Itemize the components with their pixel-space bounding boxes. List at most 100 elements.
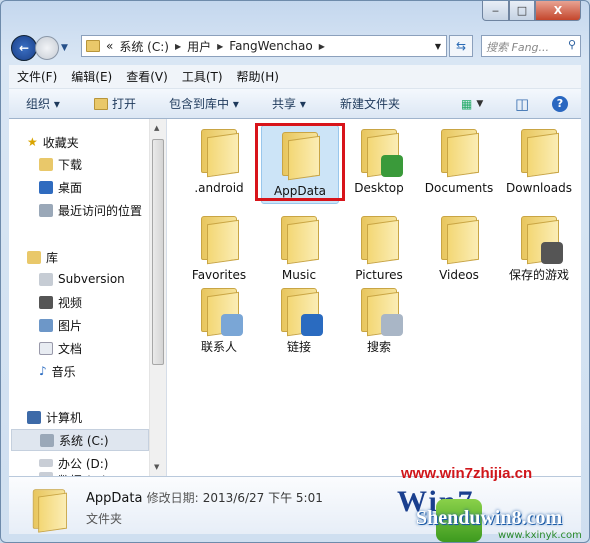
back-button[interactable]: ← (11, 35, 37, 61)
folder-icon (86, 40, 100, 52)
watermark-site-1: www.win7zhijia.cn (401, 465, 533, 482)
folder-badge-icon (381, 155, 403, 177)
watermark-site-2: Shenduwin8.com (416, 507, 563, 529)
folder-icon (359, 127, 403, 178)
folder-item[interactable]: 链接 (259, 286, 339, 355)
folder-badge-icon (541, 242, 563, 264)
star-icon: ★ (27, 135, 38, 149)
label: 计算机 (46, 410, 83, 425)
drive-icon (39, 459, 53, 467)
folder-label: Favorites (191, 268, 247, 282)
folder-label: Documents (424, 181, 494, 195)
breadcrumb-users[interactable]: 用户 (187, 38, 211, 55)
address-bar[interactable]: « 系统 (C:) ▶ 用户 ▶ FangWenchao ▶ ▼ (81, 35, 447, 57)
details-modified-label: 修改日期: (146, 491, 199, 505)
label: 视频 (58, 295, 83, 310)
navigation-pane: ★ 收藏夹 下载 桌面 最近访问的位置 库 Subversion 视频 图片 文档… (9, 119, 149, 482)
folder-item[interactable]: Desktop (339, 127, 419, 196)
folder-icon (199, 214, 239, 265)
folder-icon (279, 286, 323, 337)
view-options-icon[interactable]: ▦ ▼ (461, 97, 483, 111)
video-icon (39, 295, 53, 309)
folder-label: Downloads (506, 181, 572, 195)
label: 音乐 (51, 364, 76, 379)
chevron-right-icon[interactable]: ▶ (175, 42, 181, 51)
label: 桌面 (58, 180, 83, 195)
pane-divider[interactable] (166, 119, 167, 476)
close-button[interactable]: X (535, 1, 581, 21)
folder-item[interactable]: Music (259, 214, 339, 283)
desktop-icon (39, 180, 53, 194)
folder-label: 搜索 (366, 340, 391, 354)
open-icon (94, 97, 108, 110)
sidebar-scrollbar[interactable]: ▲ ▼ (149, 119, 166, 476)
menu-help[interactable]: 帮助(H) (237, 68, 279, 85)
sidebar-drive-c[interactable]: 系统 (C:) (11, 429, 149, 451)
library-icon (27, 250, 41, 264)
details-name: AppData (86, 491, 143, 506)
breadcrumb-overflow[interactable]: « (106, 39, 113, 53)
folder-icon (279, 214, 319, 265)
label: 下载 (58, 157, 83, 172)
folder-item[interactable]: Favorites (179, 214, 259, 283)
sidebar-favorites[interactable]: ★ 收藏夹 (27, 131, 167, 153)
menu-view[interactable]: 查看(V) (126, 68, 168, 85)
open-label: 打开 (112, 97, 137, 111)
maximize-button[interactable]: □ (509, 1, 535, 21)
folder-icon (199, 127, 239, 178)
pictures-icon (39, 318, 53, 332)
sidebar-computer[interactable]: 计算机 (27, 406, 167, 428)
label: 最近访问的位置 (58, 203, 143, 218)
drive-icon (40, 433, 54, 447)
help-icon[interactable]: ? (552, 95, 568, 112)
search-input[interactable]: 搜索 Fang... ⚲ (481, 35, 581, 57)
breadcrumb-user[interactable]: FangWenchao (229, 39, 312, 53)
folder-label: .android (194, 181, 244, 195)
label: Subversion (58, 272, 125, 286)
label: 收藏夹 (42, 135, 79, 150)
folder-item[interactable]: 保存的游戏 (499, 214, 579, 283)
preview-pane-icon[interactable]: ◫ (515, 95, 529, 113)
refresh-button[interactable]: ⇆ (449, 35, 473, 57)
sidebar-libraries[interactable]: 库 (27, 246, 167, 268)
menu-file[interactable]: 文件(F) (17, 68, 57, 85)
menu-tools[interactable]: 工具(T) (182, 68, 223, 85)
folder-label: Music (281, 268, 317, 282)
new-folder-button[interactable]: 新建文件夹 (340, 95, 400, 112)
folder-item[interactable]: 联系人 (179, 286, 259, 355)
folder-item[interactable]: Documents (419, 127, 499, 196)
folder-item[interactable]: .android (179, 127, 259, 196)
open-button[interactable]: 打开 (94, 95, 136, 112)
folder-icon (359, 214, 399, 265)
label: 办公 (D:) (58, 456, 109, 471)
chevron-right-icon[interactable]: ▶ (217, 42, 223, 51)
chevron-down-icon[interactable]: ▼ (435, 42, 441, 51)
folder-icon (439, 214, 479, 265)
folder-item[interactable]: 搜索 (339, 286, 419, 355)
include-in-library-button[interactable]: 包含到库中 ▾ (169, 95, 239, 112)
search-icon[interactable]: ⚲ (568, 38, 576, 51)
breadcrumb-drive[interactable]: 系统 (C:) (119, 38, 169, 55)
folder-item[interactable]: Downloads (499, 127, 579, 196)
folder-badge-icon (221, 314, 243, 336)
scrollbar-thumb[interactable] (152, 139, 164, 365)
folder-label: Videos (439, 268, 479, 282)
folder-icon (519, 214, 563, 265)
scroll-up-icon[interactable]: ▲ (154, 124, 159, 132)
folder-icon (359, 286, 403, 337)
folder-item[interactable]: Videos (419, 214, 499, 283)
recent-pages-dropdown[interactable]: ▼ (61, 43, 68, 53)
share-button[interactable]: 共享 ▾ (272, 95, 306, 112)
highlight-box (255, 123, 345, 201)
minimize-button[interactable]: ‒ (482, 1, 509, 21)
label: 系统 (C:) (59, 433, 109, 448)
folder-icon (439, 127, 479, 178)
menu-edit[interactable]: 编辑(E) (71, 68, 112, 85)
folder-icon (31, 487, 67, 533)
organize-button[interactable]: 组织 ▾ (26, 95, 60, 112)
document-library-icon (39, 272, 53, 286)
folder-item[interactable]: Pictures (339, 214, 419, 283)
forward-button[interactable] (35, 36, 59, 60)
chevron-right-icon[interactable]: ▶ (319, 42, 325, 51)
scroll-down-icon[interactable]: ▼ (154, 463, 159, 471)
